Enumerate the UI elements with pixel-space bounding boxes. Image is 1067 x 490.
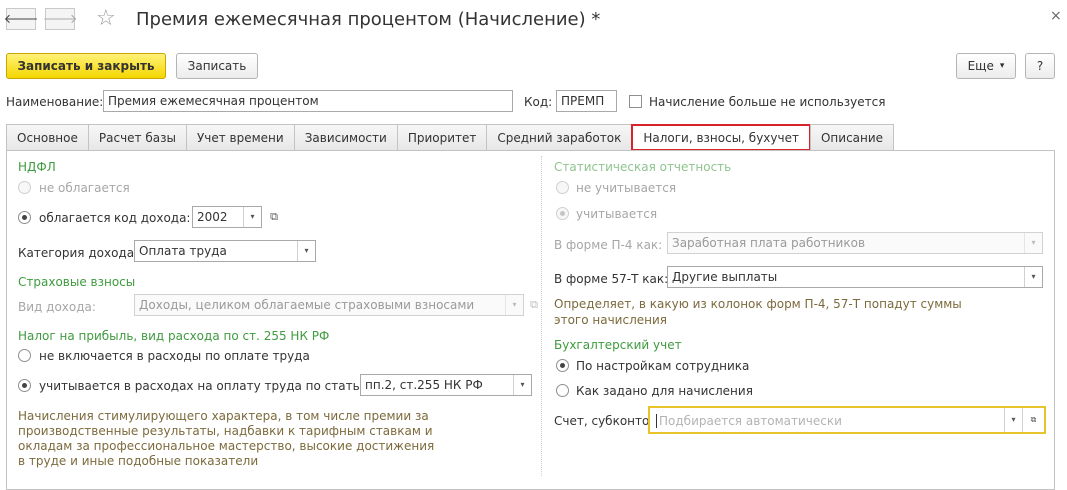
tab-priority[interactable]: Приоритет <box>396 124 488 151</box>
tab-time-accounting[interactable]: Учет времени <box>185 124 295 151</box>
column-divider <box>541 156 542 476</box>
f57-label: В форме 57-Т как: <box>554 272 669 286</box>
stat-note-line-2: этого начисления <box>554 313 667 327</box>
taxed-label: облагается <box>39 211 111 225</box>
not-included-label: не включается в расходы по оплате труда <box>39 349 310 363</box>
not-counted-label: не учитывается <box>576 181 677 195</box>
more-button[interactable]: Еще ▾ <box>956 53 1016 79</box>
chevron-down-icon[interactable]: ▾ <box>513 375 531 395</box>
stat-note-line-1: Определяет, в какую из колонок форм П-4,… <box>554 297 962 311</box>
ndfl-header: НДФЛ <box>18 160 56 174</box>
account-label: Счет, субконто: <box>554 414 654 428</box>
note-line-1: Начисления стимулирующего характера, в т… <box>18 409 429 423</box>
insurance-header: Страховые взносы <box>18 275 136 289</box>
article-value: пп.2, ст.255 НК РФ <box>365 378 483 392</box>
code-field[interactable]: ПРЕМП <box>556 90 617 112</box>
note-line-2: производственные результаты, надбавки к … <box>18 424 433 438</box>
f57-field[interactable]: Другие выплаты ▾ <box>667 266 1043 288</box>
account-field[interactable]: Подбирается автоматически ▾ ⧉ <box>648 406 1046 434</box>
not-taxed-label: не облагается <box>39 181 130 195</box>
accounting-header: Бухгалтерский учет <box>554 338 682 352</box>
window-title: Премия ежемесячная процентом (Начисление… <box>136 9 601 30</box>
arrow-left-icon: 🡐 <box>3 12 39 27</box>
more-label: Еще <box>967 59 994 73</box>
by-employee-radio[interactable] <box>556 359 569 372</box>
chevron-down-icon[interactable]: ▾ <box>1024 233 1042 253</box>
counted-radio[interactable] <box>556 207 569 220</box>
as-set-radio[interactable] <box>556 384 569 397</box>
tab-dependencies[interactable]: Зависимости <box>293 124 398 151</box>
by-employee-label: По настройкам сотрудника <box>576 359 750 373</box>
taxed-radio[interactable] <box>18 211 31 224</box>
note-line-3: окладам за профессиональное мастерство, … <box>18 439 435 453</box>
chevron-down-icon: ▾ <box>999 61 1005 71</box>
included-radio[interactable] <box>18 379 31 392</box>
income-type-label: Вид дохода: <box>18 300 96 314</box>
open-icon[interactable]: ⧉ <box>1022 408 1044 432</box>
forward-button[interactable]: 🡒 <box>42 8 78 30</box>
save-and-close-button[interactable]: Записать и закрыть <box>6 53 166 79</box>
category-label: Категория дохода: <box>18 246 139 260</box>
back-button[interactable]: 🡐 <box>3 8 39 30</box>
article-field[interactable]: пп.2, ст.255 НК РФ ▾ <box>360 374 532 396</box>
open-icon[interactable]: ⧉ <box>524 294 544 316</box>
counted-label: учитывается <box>576 207 658 221</box>
note-line-4: в труде и иные подобные показатели <box>18 454 259 468</box>
favorite-star-icon[interactable]: ☆ <box>96 7 116 31</box>
close-icon[interactable]: × <box>1050 8 1062 24</box>
not-counted-radio[interactable] <box>556 181 569 194</box>
tab-main[interactable]: Основное <box>6 124 89 151</box>
category-value: Оплата труда <box>139 244 227 258</box>
income-code-label: код дохода: <box>114 211 191 225</box>
open-icon[interactable]: ⧉ <box>264 206 284 228</box>
stat-header: Статистическая отчетность <box>554 160 732 174</box>
p4-label: В форме П-4 как: <box>554 238 663 252</box>
chevron-down-icon[interactable]: ▾ <box>505 295 523 315</box>
code-label: Код: <box>524 95 553 109</box>
not-taxed-radio[interactable] <box>18 181 31 194</box>
f57-value: Другие выплаты <box>672 270 778 284</box>
income-code-value: 2002 <box>197 210 228 224</box>
p4-field[interactable]: Заработная плата работников ▾ <box>667 232 1043 254</box>
help-button[interactable]: ? <box>1025 53 1055 79</box>
income-type-value: Доходы, целиком облагаемые страховыми вз… <box>139 298 475 312</box>
not-included-radio[interactable] <box>18 349 31 362</box>
chevron-down-icon[interactable]: ▾ <box>243 207 261 227</box>
profit-tax-header: Налог на прибыль, вид расхода по ст. 255… <box>18 329 330 343</box>
tab-description[interactable]: Описание <box>809 124 895 151</box>
account-placeholder: Подбирается автоматически <box>656 414 842 428</box>
not-used-label: Начисление больше не используется <box>649 95 886 109</box>
p4-value: Заработная плата работников <box>672 236 866 250</box>
chevron-down-icon[interactable]: ▾ <box>1004 408 1022 432</box>
as-set-label: Как задано для начисления <box>576 384 753 398</box>
included-label: учитывается в расходах на оплату труда п… <box>39 379 372 393</box>
income-type-field[interactable]: Доходы, целиком облагаемые страховыми вз… <box>134 294 524 316</box>
chevron-down-icon[interactable]: ▾ <box>297 241 315 261</box>
chevron-down-icon[interactable]: ▾ <box>1024 267 1042 287</box>
save-button[interactable]: Записать <box>176 53 258 79</box>
name-field[interactable]: Премия ежемесячная процентом <box>103 90 513 112</box>
income-code-field[interactable]: 2002 ▾ <box>192 206 262 228</box>
not-used-checkbox[interactable] <box>629 95 642 108</box>
arrow-right-icon: 🡒 <box>42 12 78 27</box>
name-label: Наименование: <box>6 95 104 109</box>
tab-average-earnings[interactable]: Средний заработок <box>486 124 633 151</box>
tab-base-calc[interactable]: Расчет базы <box>87 124 187 151</box>
category-field[interactable]: Оплата труда ▾ <box>134 240 316 262</box>
tab-bar: Основное Расчет базы Учет времени Зависи… <box>6 124 895 151</box>
tab-taxes[interactable]: Налоги, взносы, бухучет <box>631 124 811 151</box>
